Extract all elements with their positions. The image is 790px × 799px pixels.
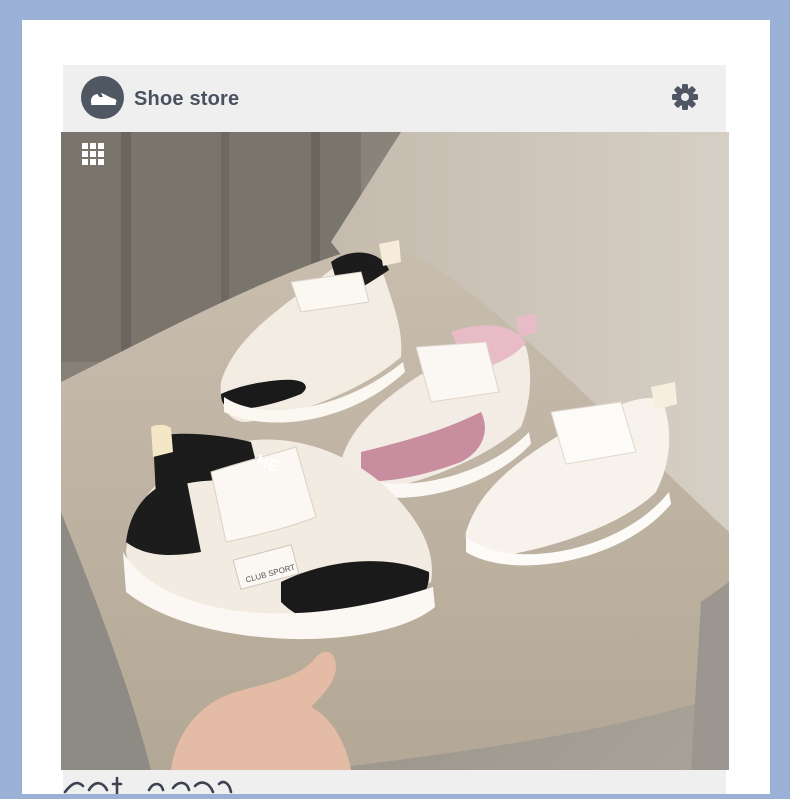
script-heading-fragment bbox=[63, 770, 263, 799]
gear-icon[interactable] bbox=[669, 81, 701, 113]
product-photo: CLUB SPORT HE bbox=[61, 132, 729, 770]
page-title: Shoe store bbox=[134, 88, 240, 110]
grid-icon[interactable] bbox=[82, 143, 104, 165]
sneaker-logo-icon[interactable] bbox=[81, 76, 124, 119]
